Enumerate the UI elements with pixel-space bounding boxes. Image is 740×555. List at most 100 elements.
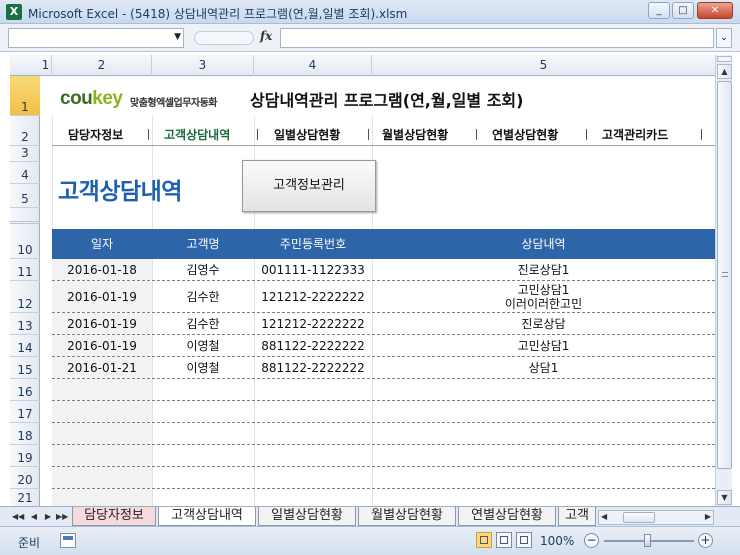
split-handle[interactable] xyxy=(717,56,732,62)
normal-view-button[interactable] xyxy=(476,532,492,548)
sheet-tab-yearly-status[interactable]: 연별상담현황 xyxy=(458,507,556,526)
row-header[interactable]: 16 xyxy=(10,379,40,401)
cell-customer-name[interactable]: 이영철 xyxy=(152,335,254,356)
cell-resident-number[interactable]: 881122-2222222 xyxy=(254,357,372,378)
column-header[interactable]: 3 xyxy=(152,55,254,76)
customer-info-button[interactable]: 고객정보관리 xyxy=(242,160,376,212)
next-sheet-icon[interactable]: ▶ xyxy=(42,510,54,524)
nav-item-monthly-status[interactable]: 월별상담현황 xyxy=(382,126,448,143)
sheet-tab-monthly-status[interactable]: 월별상담현황 xyxy=(358,507,456,526)
restore-button[interactable]: □ xyxy=(672,2,694,19)
cell-resident-number[interactable]: 001111-1122333 xyxy=(254,259,372,280)
nav-item-manager-info[interactable]: 담당자정보 xyxy=(68,126,123,143)
prev-sheet-icon[interactable]: ◀ xyxy=(28,510,40,524)
cell-resident-number[interactable]: 121212-2222222 xyxy=(254,281,372,312)
name-box[interactable]: ▼ xyxy=(8,28,184,48)
close-button[interactable]: ✕ xyxy=(697,2,733,19)
excel-icon[interactable]: X xyxy=(6,4,22,20)
empty-table-row[interactable] xyxy=(52,489,715,506)
row-header[interactable]: 10 xyxy=(10,224,40,259)
zoom-out-button[interactable]: − xyxy=(584,533,599,548)
cell-consultation-detail[interactable]: 진로상담1 xyxy=(372,259,715,280)
row-header[interactable]: 20 xyxy=(10,467,40,489)
nav-item-daily-status[interactable]: 일별상담현황 xyxy=(274,126,340,143)
cell-date-empty[interactable] xyxy=(52,489,152,506)
scroll-left-icon[interactable]: ◀ xyxy=(601,512,607,521)
formula-input[interactable] xyxy=(280,28,714,48)
page-break-view-button[interactable] xyxy=(516,532,532,548)
row-header[interactable]: 14 xyxy=(10,335,40,357)
row-header[interactable]: 17 xyxy=(10,401,40,423)
row-header[interactable]: 3 xyxy=(10,146,40,162)
table-row[interactable]: 2016-01-19 이영철 881122-2222222 고민상담1 xyxy=(52,335,715,357)
row-header[interactable]: 12 xyxy=(10,281,40,313)
worksheet[interactable]: coukey 맞춤형엑셀업무자동화 상담내역관리 프로그램(연,월,일별 조회)… xyxy=(40,76,715,506)
row-header[interactable]: 1 xyxy=(10,76,40,116)
sheet-tab-consultation-log[interactable]: 고객상담내역 xyxy=(158,507,256,526)
macro-record-icon[interactable] xyxy=(60,533,76,548)
row-header[interactable]: 2 xyxy=(10,116,40,146)
first-sheet-icon[interactable]: ◀◀ xyxy=(12,510,24,524)
empty-table-row[interactable] xyxy=(52,423,715,445)
empty-table-row[interactable] xyxy=(52,445,715,467)
table-row[interactable]: 2016-01-21 이영철 881122-2222222 상담1 xyxy=(52,357,715,379)
cell-date[interactable]: 2016-01-19 xyxy=(52,313,152,334)
cell-consultation-detail[interactable]: 상담1 xyxy=(372,357,715,378)
empty-table-row[interactable] xyxy=(52,467,715,489)
cell-date-empty[interactable] xyxy=(52,467,152,488)
cell-customer-name[interactable]: 이영철 xyxy=(152,357,254,378)
scroll-right-icon[interactable]: ▶ xyxy=(705,512,711,521)
row-header[interactable]: 13 xyxy=(10,313,40,335)
insert-function-button[interactable]: fx xyxy=(260,29,272,43)
cell-date-empty[interactable] xyxy=(52,423,152,444)
row-header[interactable]: 5 xyxy=(10,184,40,208)
column-header[interactable]: 1 xyxy=(40,55,52,76)
resize-grip-icon[interactable] xyxy=(194,31,254,45)
row-header[interactable]: 4 xyxy=(10,162,40,184)
row-header[interactable]: 19 xyxy=(10,445,40,467)
empty-table-row[interactable] xyxy=(52,401,715,423)
table-row[interactable]: 2016-01-19 김수한 121212-2222222 진로상담 xyxy=(52,313,715,335)
cell-date[interactable]: 2016-01-21 xyxy=(52,357,152,378)
cell-customer-name[interactable]: 김수한 xyxy=(152,281,254,312)
row-header[interactable]: 21 xyxy=(10,489,40,506)
nav-item-consultation-log[interactable]: 고객상담내역 xyxy=(164,126,230,143)
cell-customer-name[interactable]: 김영수 xyxy=(152,259,254,280)
horizontal-scrollbar[interactable]: ◀ ▶ xyxy=(598,510,714,525)
row-header[interactable]: 15 xyxy=(10,357,40,379)
vertical-scroll-thumb[interactable] xyxy=(717,81,732,469)
zoom-slider-thumb[interactable] xyxy=(644,534,651,547)
sheet-tab-customer-card[interactable]: 고객 xyxy=(558,507,596,526)
last-sheet-icon[interactable]: ▶▶ xyxy=(56,510,68,524)
cell-consultation-detail[interactable]: 고민상담1 이러이러한고민 xyxy=(372,281,715,312)
column-header[interactable]: 4 xyxy=(254,55,372,76)
row-header[interactable]: 11 xyxy=(10,259,40,281)
empty-table-row[interactable] xyxy=(52,379,715,401)
zoom-level[interactable]: 100% xyxy=(540,534,574,548)
cell-date-empty[interactable] xyxy=(52,445,152,466)
cell-consultation-detail[interactable]: 진로상담 xyxy=(372,313,715,334)
zoom-in-button[interactable]: + xyxy=(698,533,713,548)
column-header[interactable]: 5 xyxy=(372,55,715,76)
nav-item-yearly-status[interactable]: 연별상담현황 xyxy=(492,126,558,143)
minimize-button[interactable]: _ xyxy=(648,2,670,19)
cell-date[interactable]: 2016-01-18 xyxy=(52,259,152,280)
scroll-down-icon[interactable]: ▼ xyxy=(717,490,732,505)
cell-date-empty[interactable] xyxy=(52,379,152,400)
sheet-tab-manager-info[interactable]: 담당자정보 xyxy=(72,507,156,526)
table-row[interactable]: 2016-01-19 김수한 121212-2222222 고민상담1 이러이러… xyxy=(52,281,715,313)
cell-date[interactable]: 2016-01-19 xyxy=(52,335,152,356)
chevron-down-icon[interactable]: ▼ xyxy=(174,32,181,42)
page-layout-view-button[interactable] xyxy=(496,532,512,548)
column-header[interactable]: 2 xyxy=(52,55,152,76)
row-header[interactable]: 18 xyxy=(10,423,40,445)
cell-resident-number[interactable]: 881122-2222222 xyxy=(254,335,372,356)
table-row[interactable]: 2016-01-18 김영수 001111-1122333 진로상담1 xyxy=(52,259,715,281)
horizontal-scroll-thumb[interactable] xyxy=(623,512,655,523)
expand-formula-bar-button[interactable]: ⌄ xyxy=(716,28,732,48)
nav-item-customer-card[interactable]: 고객관리카드 xyxy=(602,126,668,143)
sheet-tab-daily-status[interactable]: 일별상담현황 xyxy=(258,507,356,526)
scroll-up-icon[interactable]: ▲ xyxy=(717,64,732,79)
cell-date-empty[interactable] xyxy=(52,401,152,422)
cell-consultation-detail[interactable]: 고민상담1 xyxy=(372,335,715,356)
